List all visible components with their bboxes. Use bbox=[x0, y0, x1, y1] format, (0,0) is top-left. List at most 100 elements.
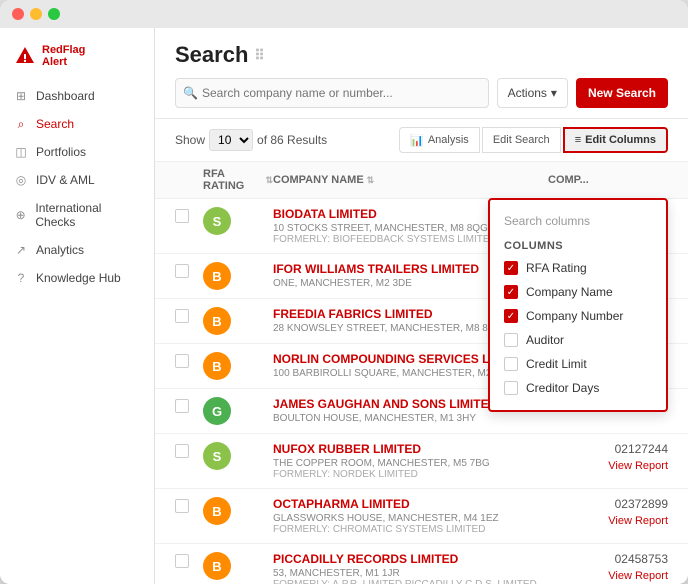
row-checkbox[interactable] bbox=[175, 307, 203, 323]
sort-icon: ⇅ bbox=[265, 175, 273, 186]
dropdown-item[interactable]: Company Name bbox=[490, 280, 666, 304]
sidebar-item-international[interactable]: ⊕ International Checks bbox=[0, 194, 154, 236]
dropdown-checkbox[interactable] bbox=[504, 357, 518, 371]
dropdown-items: RFA Rating Company Name Company Number A… bbox=[490, 256, 666, 400]
dropdown-checkbox[interactable] bbox=[504, 285, 518, 299]
row-company-info: OCTAPHARMA LIMITED GLASSWORKS HOUSE, MAN… bbox=[273, 497, 548, 535]
table-row: S NUFOX RUBBER LIMITED THE COPPER ROOM, … bbox=[155, 434, 688, 489]
analysis-icon: 📊 bbox=[410, 134, 424, 147]
dropdown-item-label: Creditor Days bbox=[526, 381, 599, 395]
row-checkbox[interactable] bbox=[175, 207, 203, 223]
sidebar: RedFlagAlert ⊞ Dashboard ⌕ Search ◫ Port… bbox=[0, 28, 155, 584]
minimize-dot[interactable] bbox=[30, 8, 42, 20]
row-rating: B bbox=[203, 307, 273, 335]
portfolios-icon: ◫ bbox=[14, 145, 28, 159]
company-name-link[interactable]: OCTAPHARMA LIMITED bbox=[273, 497, 548, 511]
table-wrap: RFA RATING ⇅ COMPANY NAME ⇅ COMP... bbox=[155, 162, 688, 584]
view-report-link[interactable]: View Report bbox=[608, 515, 668, 527]
tab-group: 📊 Analysis Edit Search ≡ Edit Columns bbox=[399, 127, 668, 153]
dropdown-item[interactable]: Auditor bbox=[490, 328, 666, 352]
knowledge-icon: ? bbox=[14, 271, 28, 285]
dropdown-item[interactable]: RFA Rating bbox=[490, 256, 666, 280]
row-rating: S bbox=[203, 442, 273, 470]
search-input[interactable] bbox=[175, 78, 489, 108]
company-formerly: FORMERLY: CHROMATIC SYSTEMS LIMITED bbox=[273, 524, 548, 535]
table-row: B PICCADILLY RECORDS LIMITED 53, MANCHES… bbox=[155, 544, 688, 584]
sidebar-item-search[interactable]: ⌕ Search bbox=[0, 110, 154, 138]
sidebar-item-label: Dashboard bbox=[36, 89, 95, 103]
new-search-button[interactable]: New Search bbox=[576, 78, 668, 108]
row-checkbox[interactable] bbox=[175, 262, 203, 278]
dropdown-item[interactable]: Credit Limit bbox=[490, 352, 666, 376]
sidebar-item-knowledge[interactable]: ? Knowledge Hub bbox=[0, 264, 154, 292]
sidebar-item-label: IDV & AML bbox=[36, 173, 95, 187]
company-number: 02372899 bbox=[615, 497, 668, 511]
row-checkbox[interactable] bbox=[175, 497, 203, 513]
sidebar-item-portfolios[interactable]: ◫ Portfolios bbox=[0, 138, 154, 166]
search-icon: ⌕ bbox=[14, 117, 28, 131]
tab-analysis[interactable]: 📊 Analysis bbox=[399, 127, 480, 153]
sidebar-item-label: Analytics bbox=[36, 243, 84, 257]
th-company-number: COMP... bbox=[548, 168, 668, 192]
dropdown-item[interactable]: Company Number bbox=[490, 304, 666, 328]
dropdown-checkbox[interactable] bbox=[504, 261, 518, 275]
row-rating: B bbox=[203, 497, 273, 525]
drag-handle-icon: ⠿ bbox=[254, 47, 264, 64]
company-formerly: FORMERLY: A.P.R. LIMITED PICCADILLY C.D.… bbox=[273, 579, 548, 584]
dropdown-section: Columns bbox=[490, 236, 666, 256]
logo: RedFlagAlert bbox=[0, 40, 154, 82]
dropdown-item-label: Company Name bbox=[526, 285, 613, 299]
sidebar-item-analytics[interactable]: ↗ Analytics bbox=[0, 236, 154, 264]
page-title: Search ⠿ bbox=[175, 42, 668, 68]
company-address: BOULTON HOUSE, MANCHESTER, M1 3HY bbox=[273, 413, 548, 424]
sidebar-item-dashboard[interactable]: ⊞ Dashboard bbox=[0, 82, 154, 110]
edit-columns-dropdown: Search columns Columns RFA Rating Compan… bbox=[488, 198, 668, 412]
company-formerly: FORMERLY: NORDEK LIMITED bbox=[273, 469, 548, 480]
content-area: Show 10 25 50 of 86 Results 📊 Analysis bbox=[155, 119, 688, 584]
sidebar-item-idv-aml[interactable]: ◎ IDV & AML bbox=[0, 166, 154, 194]
search-field-icon: 🔍 bbox=[183, 86, 198, 100]
dropdown-checkbox[interactable] bbox=[504, 309, 518, 323]
th-rfa-rating: RFA RATING ⇅ bbox=[203, 168, 273, 192]
dropdown-title: Search columns bbox=[490, 210, 666, 236]
dropdown-checkbox[interactable] bbox=[504, 333, 518, 347]
tab-edit-columns[interactable]: ≡ Edit Columns bbox=[563, 127, 668, 153]
close-dot[interactable] bbox=[12, 8, 24, 20]
maximize-dot[interactable] bbox=[48, 8, 60, 20]
dropdown-item-label: Company Number bbox=[526, 309, 623, 323]
sidebar-item-label: Knowledge Hub bbox=[36, 271, 121, 285]
dropdown-item[interactable]: Creditor Days bbox=[490, 376, 666, 400]
title-bar bbox=[0, 0, 688, 28]
dropdown-item-label: Auditor bbox=[526, 333, 564, 347]
app-window: RedFlagAlert ⊞ Dashboard ⌕ Search ◫ Port… bbox=[0, 0, 688, 584]
row-company-info: NUFOX RUBBER LIMITED THE COPPER ROOM, MA… bbox=[273, 442, 548, 480]
row-rating: G bbox=[203, 397, 273, 425]
row-checkbox[interactable] bbox=[175, 397, 203, 413]
dropdown-item-label: RFA Rating bbox=[526, 261, 587, 275]
table-header: RFA RATING ⇅ COMPANY NAME ⇅ COMP... bbox=[155, 162, 688, 199]
company-name-link[interactable]: PICCADILLY RECORDS LIMITED bbox=[273, 552, 548, 566]
dropdown-item-label: Credit Limit bbox=[526, 357, 587, 371]
company-name-link[interactable]: NUFOX RUBBER LIMITED bbox=[273, 442, 548, 456]
row-rating: B bbox=[203, 352, 273, 380]
international-icon: ⊕ bbox=[14, 208, 27, 222]
sidebar-item-label: Portfolios bbox=[36, 145, 86, 159]
row-checkbox[interactable] bbox=[175, 352, 203, 368]
tab-edit-search[interactable]: Edit Search bbox=[482, 127, 561, 153]
view-report-link[interactable]: View Report bbox=[608, 460, 668, 472]
results-bar: Show 10 25 50 of 86 Results 📊 Analysis bbox=[155, 119, 688, 162]
view-report-link[interactable]: View Report bbox=[608, 570, 668, 582]
row-rating: B bbox=[203, 552, 273, 580]
dashboard-icon: ⊞ bbox=[14, 89, 28, 103]
logo-text: RedFlagAlert bbox=[42, 44, 85, 68]
sidebar-item-label: Search bbox=[36, 117, 74, 131]
row-checkbox[interactable] bbox=[175, 442, 203, 458]
main-content: Search ⠿ 🔍 Actions ▾ New Search bbox=[155, 28, 688, 584]
actions-button[interactable]: Actions ▾ bbox=[497, 78, 568, 108]
show-select[interactable]: 10 25 50 bbox=[209, 129, 253, 151]
row-checkbox[interactable] bbox=[175, 552, 203, 568]
company-number: 02458753 bbox=[615, 552, 668, 566]
company-address: 53, MANCHESTER, M1 1JR bbox=[273, 568, 548, 579]
checkbox-header bbox=[175, 168, 203, 192]
dropdown-checkbox[interactable] bbox=[504, 381, 518, 395]
